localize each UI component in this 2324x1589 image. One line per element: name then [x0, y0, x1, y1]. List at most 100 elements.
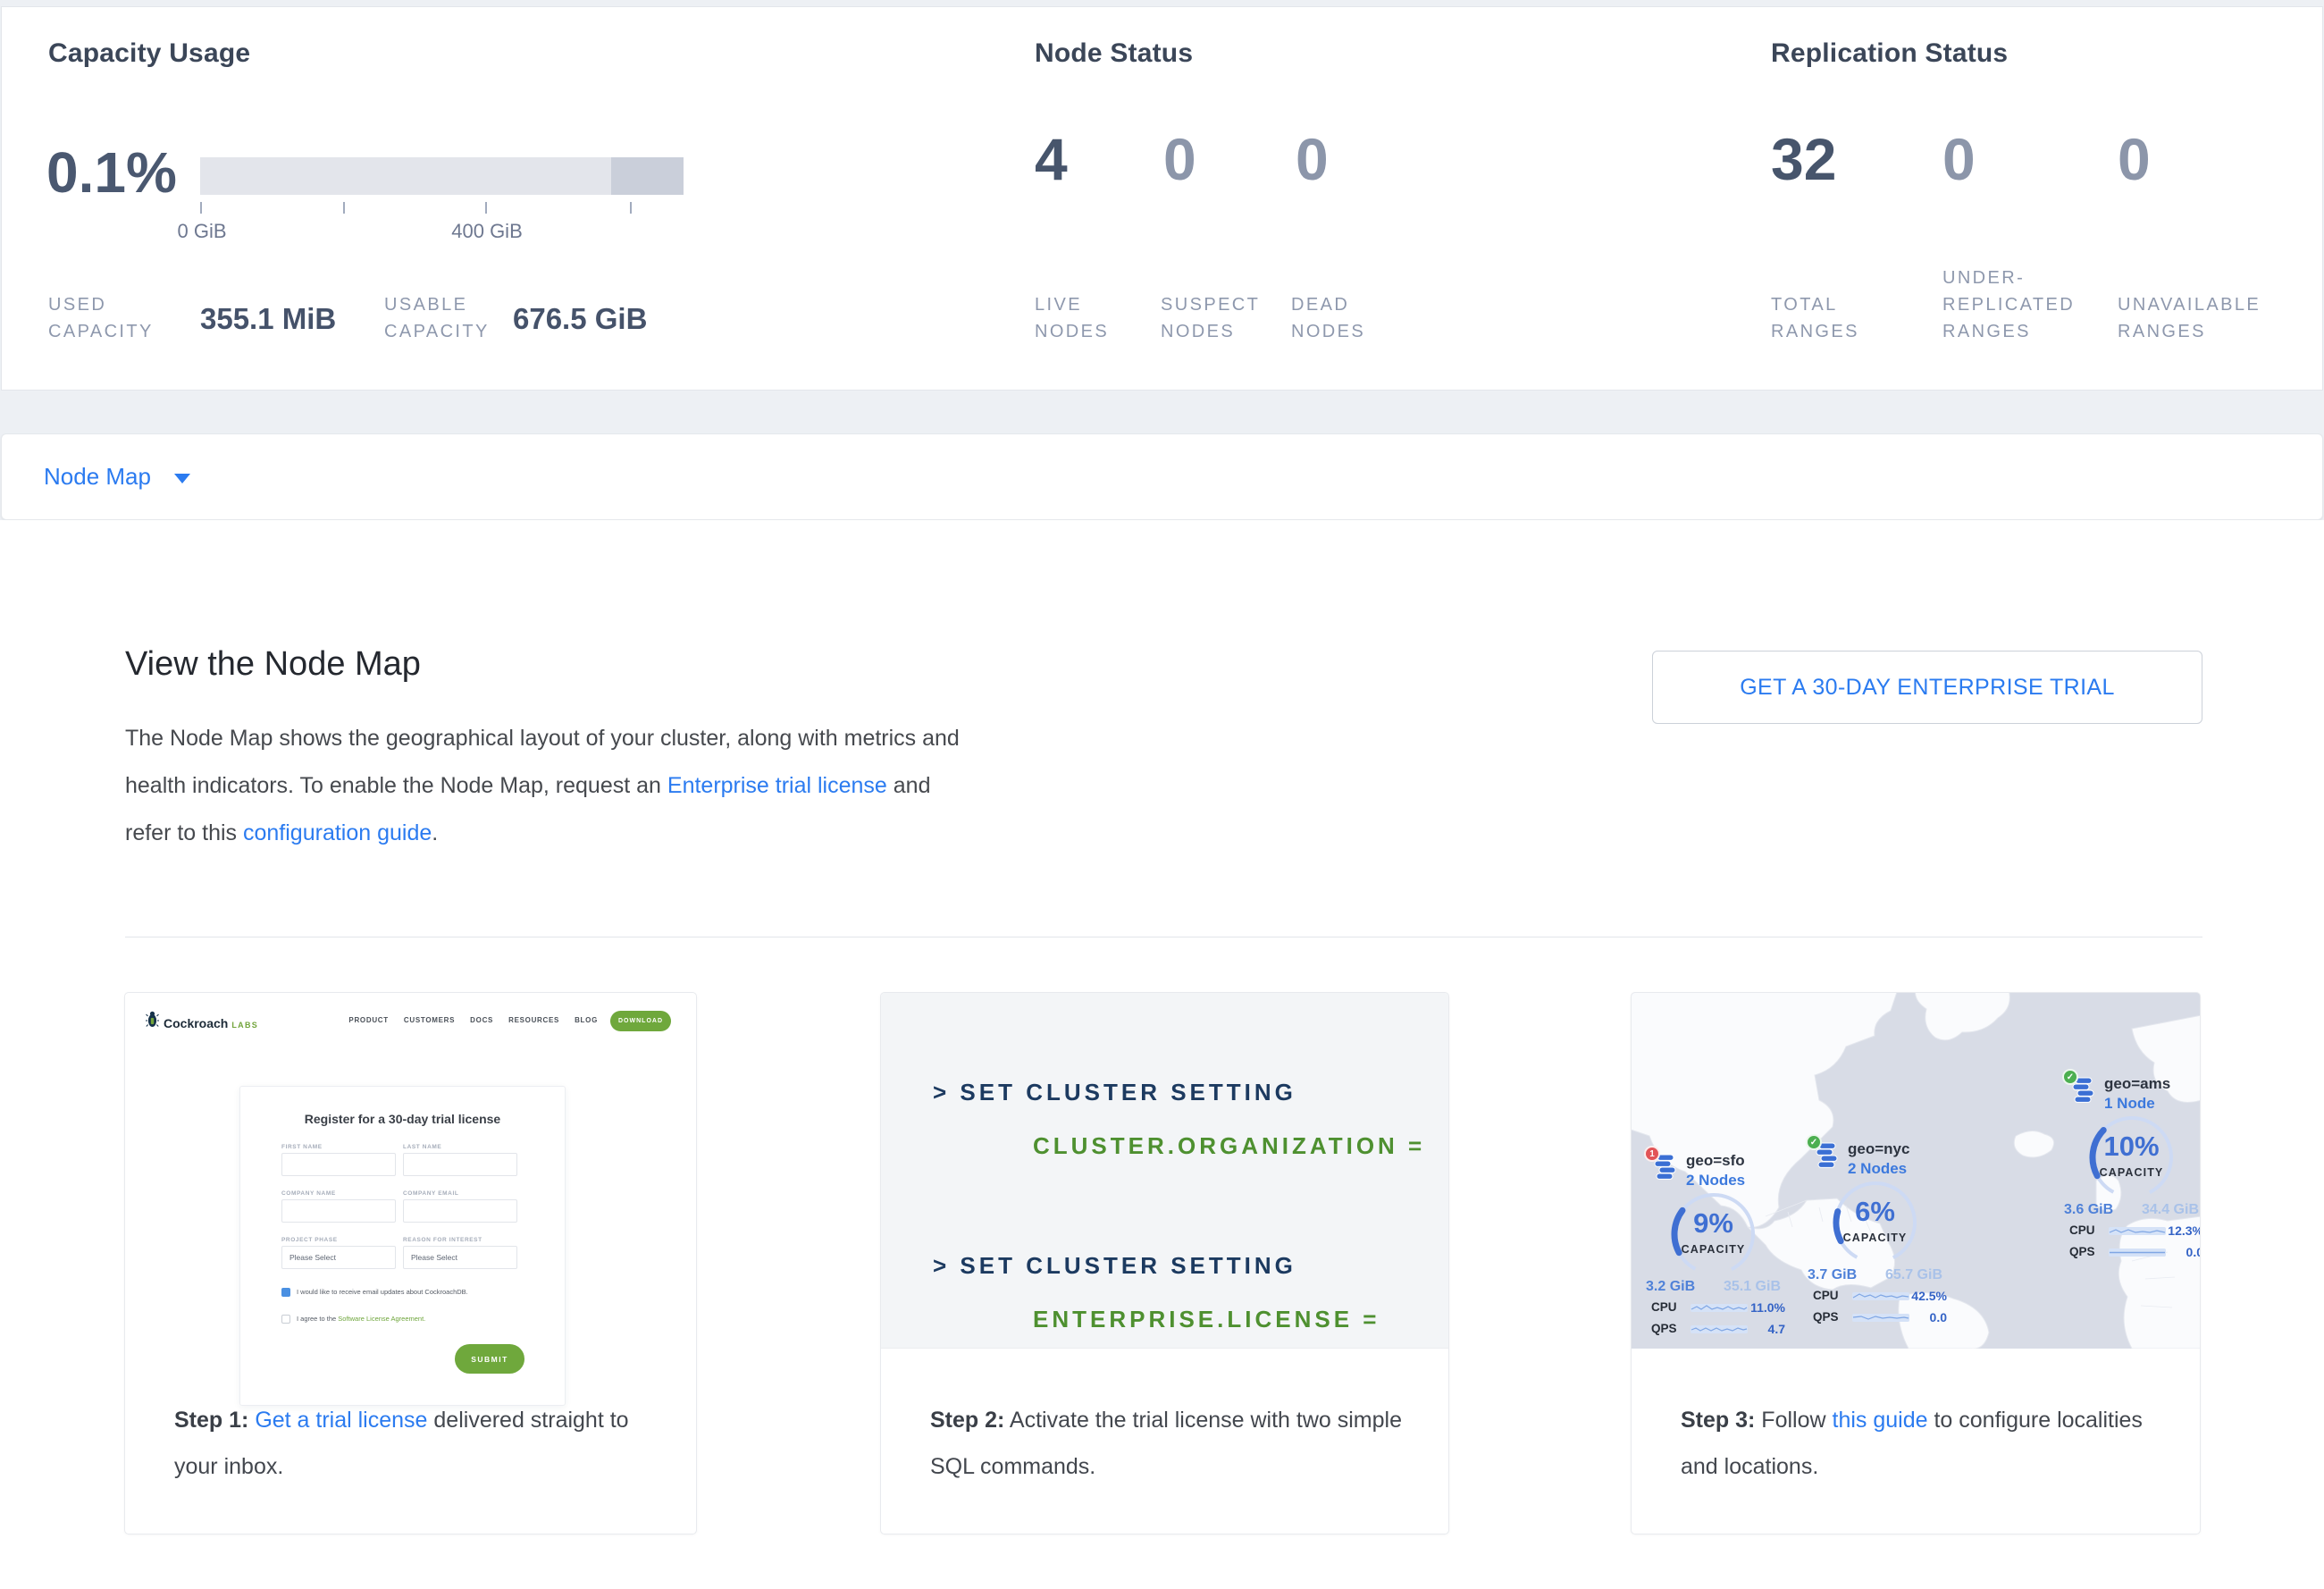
chevron-down-icon [174, 474, 190, 483]
qps-value: 0.0 [2186, 1245, 2201, 1259]
total-ranges-label: TOTAL RANGES [1771, 291, 1900, 345]
cockroach-labs-logo: Cockroach LABS [146, 1011, 258, 1030]
capacity-caption: CAPACITY [1644, 1243, 1783, 1256]
cpu-label: CPU [1651, 1300, 1677, 1314]
live-nodes-label: LIVE NODES [1035, 291, 1151, 345]
step-1-caption: Step 1: Get a trial license delivered st… [174, 1397, 652, 1490]
node-count: 1 Node [2104, 1095, 2155, 1113]
dead-nodes-label: DEAD NODES [1291, 291, 1416, 345]
step-3-caption: Step 3: Follow this guide to configure l… [1681, 1397, 2159, 1490]
nav-item-blog: BLOG [575, 1016, 598, 1024]
this-guide-link[interactable]: this guide [1833, 1408, 1928, 1433]
node-count: 2 Nodes [1686, 1172, 1745, 1190]
first-name-field [281, 1153, 396, 1176]
usable-capacity-value: 676.5 GiB [513, 302, 647, 336]
download-pill-button: DOWNLOAD [610, 1011, 671, 1031]
live-nodes-value: 4 [1035, 125, 1068, 193]
capacity-max-value: 34.4 GiB [2142, 1202, 2199, 1218]
under-replicated-ranges-label: UNDER-REPLICATED RANGES [1942, 265, 2108, 345]
capacity-max-value: 35.1 GiB [1724, 1279, 1781, 1295]
locality-name: geo=sfo [1686, 1152, 1745, 1170]
cockroach-bug-icon [146, 1011, 159, 1028]
sql-commands-illustration: > SET CLUSTER SETTING CLUSTER.ORGANIZATI… [881, 993, 1448, 1349]
logo-labs-text: LABS [231, 1021, 258, 1030]
capacity-used-value: 3.7 GiB [1808, 1267, 1857, 1283]
suspect-nodes-value: 0 [1163, 125, 1196, 193]
capacity-usage-title: Capacity Usage [48, 38, 250, 69]
view-selector-dropdown[interactable]: Node Map [1, 433, 2323, 520]
sql-setting-name: CLUSTER.ORGANIZATION = [1033, 1132, 1425, 1160]
cpu-sparkline [1852, 1291, 1909, 1301]
capacity-percent: 9% [1644, 1207, 1783, 1240]
unavailable-ranges-label: UNAVAILABLE RANGES [2118, 291, 2296, 345]
capacity-axis-tick [200, 202, 202, 214]
qps-label: QPS [1651, 1322, 1677, 1335]
first-name-label: FIRST NAME [281, 1144, 323, 1150]
total-ranges-value: 32 [1771, 125, 1836, 193]
node-count: 2 Nodes [1848, 1160, 1907, 1178]
database-stack-icon: ✓ [2071, 1077, 2094, 1104]
checkbox-label-text: I agree to the [297, 1315, 338, 1323]
enterprise-trial-license-link[interactable]: Enterprise trial license [667, 773, 887, 798]
cpu-value: 42.5% [1911, 1289, 1947, 1303]
error-count-badge: 1 [1644, 1146, 1660, 1162]
nav-item-customers: CUSTOMERS [404, 1016, 455, 1024]
step-3-card: 1 geo=sfo 2 Nodes [1631, 992, 2201, 1534]
capacity-bar [200, 157, 684, 195]
capacity-percent: 10% [2062, 1131, 2201, 1163]
under-replicated-ranges-value: 0 [1942, 125, 1976, 193]
checkbox-checked-icon [281, 1288, 290, 1297]
trial-registration-form: Register for a 30-day trial license FIRS… [239, 1086, 566, 1406]
cluster-overview-page: Capacity Usage 0.1% 0 GiB 400 GiB USED C… [0, 0, 2324, 1589]
view-selector-label: Node Map [44, 463, 151, 491]
used-capacity-value: 355.1 MiB [200, 302, 336, 336]
cpu-sparkline [2109, 1225, 2166, 1236]
reason-label: REASON FOR INTEREST [403, 1237, 482, 1243]
sql-command-line: > SET CLUSTER SETTING [933, 1252, 1296, 1280]
qps-value: 4.7 [1768, 1322, 1785, 1336]
qps-sparkline [2109, 1247, 2166, 1257]
nav-item-docs: DOCS [470, 1016, 493, 1024]
page-title: View the Node Map [125, 645, 421, 684]
site-nav: PRODUCT CUSTOMERS DOCS RESOURCES BLOG [348, 1016, 598, 1024]
last-name-label: LAST NAME [403, 1144, 441, 1150]
capacity-percent: 0.1% [46, 139, 177, 206]
project-phase-select: Please Select [281, 1246, 396, 1269]
capacity-max-value: 65.7 GiB [1885, 1267, 1942, 1283]
get-trial-license-link[interactable]: Get a trial license [255, 1408, 427, 1433]
configuration-guide-link[interactable]: configuration guide [243, 820, 432, 845]
nav-item-resources: RESOURCES [508, 1016, 559, 1024]
used-capacity-label: USED CAPACITY [48, 291, 169, 345]
step-2-card: > SET CLUSTER SETTING CLUSTER.ORGANIZATI… [880, 992, 1449, 1534]
form-title: Register for a 30-day trial license [240, 1112, 565, 1126]
dead-nodes-value: 0 [1296, 125, 1329, 193]
replication-status-title: Replication Status [1771, 38, 2008, 69]
cpu-label: CPU [1813, 1289, 1839, 1302]
step-label: Step 1: [174, 1408, 248, 1433]
capacity-used-value: 3.2 GiB [1646, 1279, 1695, 1295]
logo-wordmark: Cockroach [164, 1016, 228, 1030]
node-map-description: The Node Map shows the geographical layo… [125, 715, 965, 857]
capacity-caption: CAPACITY [2062, 1166, 2201, 1179]
nav-item-product: PRODUCT [348, 1016, 388, 1024]
capacity-bar-reserved-segment [611, 157, 684, 195]
step-2-caption: Step 2: Activate the trial license with … [930, 1397, 1408, 1490]
company-name-field [281, 1199, 396, 1223]
database-stack-icon: 1 [1653, 1154, 1676, 1181]
capacity-percent: 6% [1806, 1196, 1944, 1228]
submit-pill-button: SUBMIT [455, 1344, 524, 1374]
software-license-agreement-link: Software License Agreement. [338, 1315, 425, 1323]
reason-select: Please Select [403, 1246, 517, 1269]
cpu-label: CPU [2069, 1223, 2095, 1237]
capacity-axis-label-400: 400 GiB [451, 220, 523, 243]
company-email-label: COMPANY EMAIL [403, 1190, 458, 1197]
enterprise-trial-button[interactable]: GET A 30-DAY ENTERPRISE TRIAL [1652, 651, 2202, 724]
checkbox-label: I agree to the Software License Agreemen… [297, 1314, 425, 1324]
last-name-field [403, 1153, 517, 1176]
checkbox-unchecked-icon [281, 1315, 290, 1324]
capacity-axis-label-0: 0 GiB [177, 220, 226, 243]
description-text: . [432, 820, 438, 845]
usable-capacity-label: USABLE CAPACITY [384, 291, 509, 345]
node-map-promo-section: View the Node Map The Node Map shows the… [0, 520, 2324, 1589]
step-label: Step 3: [1681, 1408, 1755, 1433]
